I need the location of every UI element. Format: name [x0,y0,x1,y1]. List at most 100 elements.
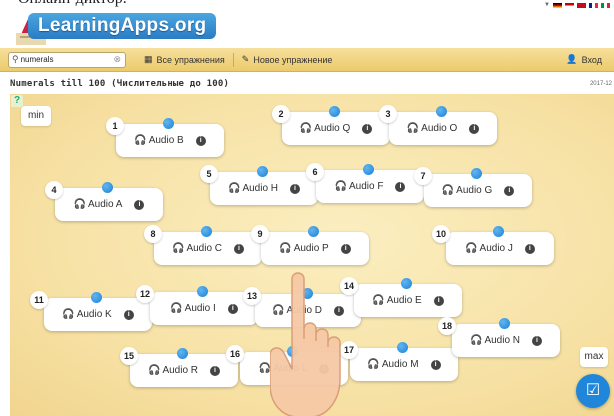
title-row: Numerals till 100 (Числительные до 100) … [0,72,614,94]
card-label: Audio J [479,243,513,254]
audio-card[interactable]: 🎧 Audio C i [154,226,262,265]
info-icon[interactable]: i [227,303,238,314]
info-icon[interactable]: i [469,123,480,134]
info-icon[interactable]: i [290,183,301,194]
min-button[interactable]: min [21,106,51,126]
info-icon[interactable]: i [340,243,351,254]
new-exercise-link[interactable]: ✎ Новое упражнение [234,54,341,65]
play-dot-icon[interactable] [329,106,340,117]
card-label: Audio G [456,185,493,196]
play-dot-icon[interactable] [91,292,102,303]
check-button[interactable]: ☑ [576,374,610,408]
info-icon[interactable]: i [319,363,330,374]
flag-icon[interactable] [589,2,598,8]
max-button[interactable]: max [580,347,608,367]
audio-card[interactable]: 🎧 Audio H i [210,166,318,205]
info-icon[interactable]: i [123,309,134,320]
headphones-icon: 🎧 [147,365,161,376]
play-dot-icon[interactable] [201,226,212,237]
audio-card[interactable]: 🎧 Audio G i [424,168,532,207]
audio-card[interactable]: 🎧 Audio P i [261,226,369,265]
check-icon: ☑ [585,382,601,399]
headphones-icon: 🎧 [334,181,347,192]
number-badge: 18 [438,317,456,335]
number-badge: 1 [106,117,124,135]
clear-icon[interactable]: ⊗ [113,54,121,65]
info-icon[interactable]: i [532,335,543,346]
flag-icon[interactable] [553,2,562,8]
headphones-icon: 🎧 [279,243,292,254]
info-icon[interactable]: i [524,243,535,254]
audio-card[interactable]: 🎧 Audio R i [130,348,238,387]
play-dot-icon[interactable] [471,168,482,179]
info-icon[interactable]: i [210,365,221,376]
audio-card[interactable]: 🎧 Audio A i [55,182,163,221]
audio-card[interactable]: 🎧 Audio I i [150,286,258,325]
card-label: Audio C [186,243,223,254]
info-icon[interactable]: i [234,243,245,254]
audio-card[interactable]: 🎧 Audio L i [240,346,348,385]
card-label: Audio N [484,335,521,346]
all-exercises-label: Все упражнения [156,54,225,65]
info-icon[interactable]: i [395,181,406,192]
info-icon[interactable]: i [195,135,206,146]
card-label: Audio Q [314,123,351,134]
play-dot-icon[interactable] [308,226,319,237]
grid-icon: ▦ [144,54,153,64]
all-exercises-link[interactable]: ▦ Все упражнения [136,54,233,65]
date-label: 2017-12 [589,81,612,87]
flag-icon[interactable] [565,2,574,8]
play-dot-icon[interactable] [177,348,188,359]
audio-card[interactable]: 🎧 Audio Q i [282,106,390,145]
play-dot-icon[interactable] [163,118,174,129]
play-dot-icon[interactable] [363,164,374,175]
help-icon[interactable]: ? [11,95,23,107]
play-dot-icon[interactable] [197,286,208,297]
page-title: Numerals till 100 (Числительные до 100) [10,79,230,89]
card-label: Audio P [293,243,329,254]
info-icon[interactable]: i [134,199,145,210]
headphones-icon: 🎧 [171,243,185,254]
headphones-icon: 🎧 [469,335,483,346]
search-input[interactable] [20,55,101,64]
site-logo[interactable]: LearningApps.org [14,11,224,47]
card-label: Audio M [381,359,419,370]
play-dot-icon[interactable] [287,346,298,357]
audio-card[interactable]: 🎧 Audio N i [452,318,560,357]
card-label: Audio E [386,295,422,306]
audio-card[interactable]: 🎧 Audio K i [44,292,152,331]
audio-card[interactable]: 🎧 Audio O i [389,106,497,145]
play-dot-icon[interactable] [102,182,113,193]
audio-card[interactable]: 🎧 Audio D i [255,288,361,327]
search-box[interactable]: ⚲ ⊗ [8,51,126,68]
play-dot-icon[interactable] [302,288,313,299]
audio-card[interactable]: 🎧 Audio J i [446,226,554,265]
audio-card[interactable]: 🎧 Audio F i [316,164,424,203]
headphones-icon: 🎧 [372,295,385,306]
number-badge: 16 [226,345,244,363]
info-icon[interactable]: i [334,305,345,316]
play-dot-icon[interactable] [499,318,510,329]
flag-icon[interactable] [601,2,610,8]
play-dot-icon[interactable] [436,106,447,117]
play-dot-icon[interactable] [397,342,408,353]
play-dot-icon[interactable] [401,278,412,289]
number-badge: 15 [120,347,138,365]
audio-card[interactable]: 🎧 Audio M i [350,342,458,381]
audio-card[interactable]: 🎧 Audio B i [116,118,224,157]
card-label: Audio A [87,199,123,210]
card-label: Audio D [286,305,323,316]
play-dot-icon[interactable] [493,226,504,237]
info-icon[interactable]: i [430,359,441,370]
headphones-icon: 🎧 [441,185,455,196]
audio-card[interactable]: 🎧 Audio E i [354,278,462,317]
play-dot-icon[interactable] [257,166,268,177]
flag-icon[interactable] [577,2,586,8]
info-icon[interactable]: i [362,123,373,134]
cut-off-text: Онлайн-диктор. [18,0,127,8]
number-badge: 7 [414,167,432,185]
number-badge: 10 [432,225,450,243]
login-link[interactable]: 👤 Вход [558,54,610,65]
info-icon[interactable]: i [433,295,444,306]
info-icon[interactable]: i [504,185,515,196]
